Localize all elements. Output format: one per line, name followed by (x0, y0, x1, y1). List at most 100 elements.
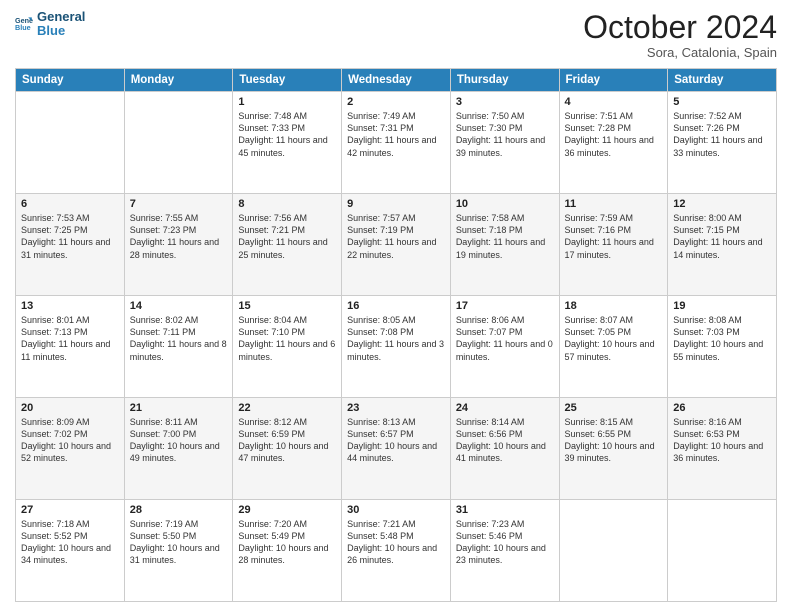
calendar-cell (16, 92, 125, 194)
logo-blue: Blue (37, 24, 85, 38)
calendar-cell: 15Sunrise: 8:04 AMSunset: 7:10 PMDayligh… (233, 296, 342, 398)
calendar-week-row: 27 Sunrise: 7:18 AMSunset: 5:52 PMDayligh… (16, 500, 777, 602)
logo-general: General (37, 10, 85, 24)
day-number: 21 (130, 402, 228, 414)
calendar-cell: 5Sunrise: 7:52 AMSunset: 7:26 PMDaylight… (668, 92, 777, 194)
calendar-cell: 20 Sunrise: 8:09 AMSunset: 7:02 PMDayligh… (16, 398, 125, 500)
day-number: 7 (130, 198, 228, 210)
day-info: Sunrise: 7:51 AMSunset: 7:28 PMDaylight:… (565, 111, 654, 157)
weekday-header: Thursday (450, 69, 559, 92)
day-info: Sunrise: 8:04 AMSunset: 7:10 PMDaylight:… (238, 315, 335, 361)
calendar-week-row: 1 Sunrise: 7:48 AMSunset: 7:33 PMDaylight… (16, 92, 777, 194)
calendar-cell (559, 500, 668, 602)
day-info: Sunrise: 8:12 AMSunset: 6:59 PMDaylight:… (238, 417, 328, 463)
logo: General Blue General Blue (15, 10, 85, 39)
day-info: Sunrise: 8:00 AMSunset: 7:15 PMDaylight:… (673, 213, 762, 259)
day-number: 12 (673, 198, 771, 210)
calendar-week-row: 20 Sunrise: 8:09 AMSunset: 7:02 PMDayligh… (16, 398, 777, 500)
day-info: Sunrise: 7:19 AMSunset: 5:50 PMDaylight:… (130, 519, 220, 565)
calendar-cell: 14Sunrise: 8:02 AMSunset: 7:11 PMDayligh… (124, 296, 233, 398)
calendar-cell: 19 Sunrise: 8:08 AMSunset: 7:03 PMDayligh… (668, 296, 777, 398)
calendar-header-row: SundayMondayTuesdayWednesdayThursdayFrid… (16, 69, 777, 92)
day-info: Sunrise: 8:08 AMSunset: 7:03 PMDaylight:… (673, 315, 763, 361)
calendar-cell: 26 Sunrise: 8:16 AMSunset: 6:53 PMDayligh… (668, 398, 777, 500)
day-info: Sunrise: 7:23 AMSunset: 5:46 PMDaylight:… (456, 519, 546, 565)
day-number: 26 (673, 402, 771, 414)
day-info: Sunrise: 8:09 AMSunset: 7:02 PMDaylight:… (21, 417, 111, 463)
day-info: Sunrise: 7:59 AMSunset: 7:16 PMDaylight:… (565, 213, 654, 259)
day-info: Sunrise: 7:58 AMSunset: 7:18 PMDaylight:… (456, 213, 545, 259)
day-info: Sunrise: 7:52 AMSunset: 7:26 PMDaylight:… (673, 111, 762, 157)
calendar-cell: 29 Sunrise: 7:20 AMSunset: 5:49 PMDayligh… (233, 500, 342, 602)
header: General Blue General Blue October 2024 S… (15, 10, 777, 60)
location: Sora, Catalonia, Spain (583, 45, 777, 60)
logo-icon: General Blue (15, 15, 33, 33)
day-info: Sunrise: 7:18 AMSunset: 5:52 PMDaylight:… (21, 519, 111, 565)
calendar-cell: 31 Sunrise: 7:23 AMSunset: 5:46 PMDayligh… (450, 500, 559, 602)
day-info: Sunrise: 8:06 AMSunset: 7:07 PMDaylight:… (456, 315, 553, 361)
calendar-cell: 23 Sunrise: 8:13 AMSunset: 6:57 PMDayligh… (342, 398, 451, 500)
day-number: 20 (21, 402, 119, 414)
day-number: 3 (456, 96, 554, 108)
calendar-cell: 16 Sunrise: 8:05 AMSunset: 7:08 PMDayligh… (342, 296, 451, 398)
day-info: Sunrise: 8:15 AMSunset: 6:55 PMDaylight:… (565, 417, 655, 463)
calendar-cell: 12 Sunrise: 8:00 AMSunset: 7:15 PMDayligh… (668, 194, 777, 296)
day-info: Sunrise: 7:50 AMSunset: 7:30 PMDaylight:… (456, 111, 545, 157)
day-number: 31 (456, 504, 554, 516)
day-number: 4 (565, 96, 663, 108)
day-info: Sunrise: 8:16 AMSunset: 6:53 PMDaylight:… (673, 417, 763, 463)
day-number: 14 (130, 300, 228, 312)
day-info: Sunrise: 7:20 AMSunset: 5:49 PMDaylight:… (238, 519, 328, 565)
day-number: 1 (238, 96, 336, 108)
day-number: 29 (238, 504, 336, 516)
page: General Blue General Blue October 2024 S… (0, 0, 792, 612)
calendar-week-row: 6 Sunrise: 7:53 AMSunset: 7:25 PMDaylight… (16, 194, 777, 296)
day-info: Sunrise: 8:01 AMSunset: 7:13 PMDaylight:… (21, 315, 110, 361)
day-number: 28 (130, 504, 228, 516)
day-number: 16 (347, 300, 445, 312)
day-number: 18 (565, 300, 663, 312)
calendar-cell: 25 Sunrise: 8:15 AMSunset: 6:55 PMDayligh… (559, 398, 668, 500)
calendar-cell: 2Sunrise: 7:49 AMSunset: 7:31 PMDaylight… (342, 92, 451, 194)
day-number: 19 (673, 300, 771, 312)
calendar-table: SundayMondayTuesdayWednesdayThursdayFrid… (15, 68, 777, 602)
day-info: Sunrise: 7:21 AMSunset: 5:48 PMDaylight:… (347, 519, 437, 565)
calendar-cell: 8 Sunrise: 7:56 AMSunset: 7:21 PMDaylight… (233, 194, 342, 296)
svg-text:Blue: Blue (15, 23, 31, 32)
calendar-cell: 1 Sunrise: 7:48 AMSunset: 7:33 PMDaylight… (233, 92, 342, 194)
day-number: 22 (238, 402, 336, 414)
calendar-cell (124, 92, 233, 194)
day-number: 8 (238, 198, 336, 210)
day-number: 27 (21, 504, 119, 516)
calendar-cell: 18 Sunrise: 8:07 AMSunset: 7:05 PMDayligh… (559, 296, 668, 398)
title-block: October 2024 Sora, Catalonia, Spain (583, 10, 777, 60)
day-info: Sunrise: 7:56 AMSunset: 7:21 PMDaylight:… (238, 213, 327, 259)
calendar-cell: 17 Sunrise: 8:06 AMSunset: 7:07 PMDayligh… (450, 296, 559, 398)
calendar-cell: 4 Sunrise: 7:51 AMSunset: 7:28 PMDaylight… (559, 92, 668, 194)
calendar-cell: 11Sunrise: 7:59 AMSunset: 7:16 PMDayligh… (559, 194, 668, 296)
day-info: Sunrise: 8:11 AMSunset: 7:00 PMDaylight:… (130, 417, 220, 463)
day-info: Sunrise: 7:48 AMSunset: 7:33 PMDaylight:… (238, 111, 327, 157)
day-number: 17 (456, 300, 554, 312)
day-number: 25 (565, 402, 663, 414)
calendar-cell: 21 Sunrise: 8:11 AMSunset: 7:00 PMDayligh… (124, 398, 233, 500)
day-number: 10 (456, 198, 554, 210)
weekday-header: Friday (559, 69, 668, 92)
calendar-cell: 30 Sunrise: 7:21 AMSunset: 5:48 PMDayligh… (342, 500, 451, 602)
weekday-header: Saturday (668, 69, 777, 92)
day-info: Sunrise: 7:55 AMSunset: 7:23 PMDaylight:… (130, 213, 219, 259)
day-info: Sunrise: 8:13 AMSunset: 6:57 PMDaylight:… (347, 417, 437, 463)
day-number: 6 (21, 198, 119, 210)
calendar-cell: 24Sunrise: 8:14 AMSunset: 6:56 PMDayligh… (450, 398, 559, 500)
calendar-cell: 28 Sunrise: 7:19 AMSunset: 5:50 PMDayligh… (124, 500, 233, 602)
calendar-week-row: 13Sunrise: 8:01 AMSunset: 7:13 PMDayligh… (16, 296, 777, 398)
day-number: 30 (347, 504, 445, 516)
day-info: Sunrise: 8:07 AMSunset: 7:05 PMDaylight:… (565, 315, 655, 361)
day-number: 23 (347, 402, 445, 414)
day-info: Sunrise: 7:53 AMSunset: 7:25 PMDaylight:… (21, 213, 110, 259)
calendar-cell: 7 Sunrise: 7:55 AMSunset: 7:23 PMDaylight… (124, 194, 233, 296)
day-info: Sunrise: 7:57 AMSunset: 7:19 PMDaylight:… (347, 213, 436, 259)
calendar-cell: 9Sunrise: 7:57 AMSunset: 7:19 PMDaylight… (342, 194, 451, 296)
day-info: Sunrise: 8:05 AMSunset: 7:08 PMDaylight:… (347, 315, 444, 361)
calendar-cell: 13Sunrise: 8:01 AMSunset: 7:13 PMDayligh… (16, 296, 125, 398)
